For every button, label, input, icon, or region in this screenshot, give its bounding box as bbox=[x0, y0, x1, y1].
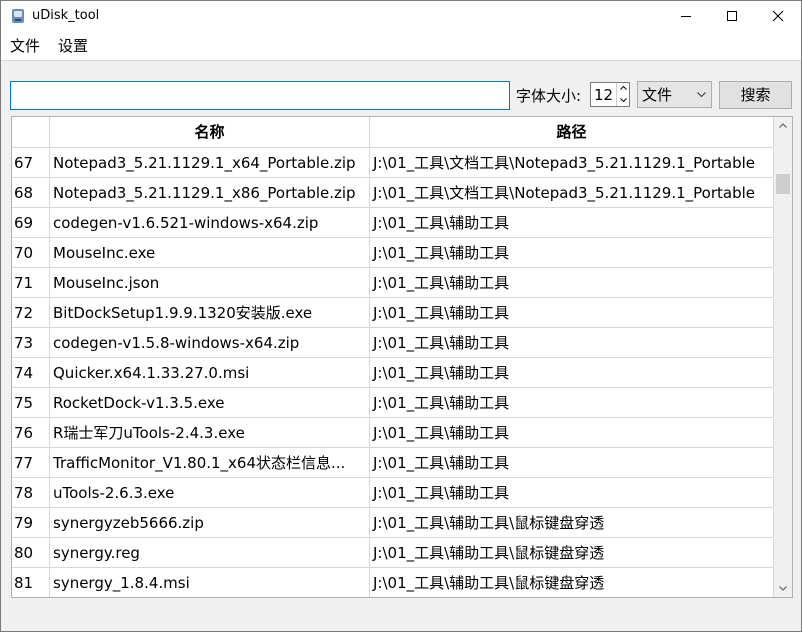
row-number[interactable]: 67 bbox=[12, 148, 50, 178]
font-size-label: 字体大小: bbox=[516, 87, 582, 105]
search-type-select[interactable]: 文件 bbox=[637, 81, 712, 108]
cell-path[interactable]: J:\01_工具\辅助工具\鼠标键盘穿透 bbox=[370, 568, 774, 597]
app-window: uDisk_tool 文件 设置 字体大小: 12 文件 搜索 名称 路径 67… bbox=[0, 0, 802, 632]
column-header-name[interactable]: 名称 bbox=[50, 117, 370, 148]
table-row[interactable]: 78 uTools-2.6.3.exe J:\01_工具\辅助工具 bbox=[12, 478, 774, 508]
menu-settings[interactable]: 设置 bbox=[58, 37, 88, 55]
window-title: uDisk_tool bbox=[32, 8, 100, 23]
row-number[interactable]: 72 bbox=[12, 298, 50, 328]
cell-path[interactable]: J:\01_工具\辅助工具 bbox=[370, 418, 774, 448]
cell-name[interactable]: synergy_1.8.4.msi bbox=[50, 568, 370, 597]
table-body: 67 Notepad3_5.21.1129.1_x64_Portable.zip J… bbox=[12, 148, 774, 597]
cell-path[interactable]: J:\01_工具\辅助工具 bbox=[370, 448, 774, 478]
cell-name[interactable]: synergyzeb5666.zip bbox=[50, 508, 370, 538]
cell-name[interactable]: Notepad3_5.21.1129.1_x64_Portable.zip bbox=[50, 148, 370, 178]
scroll-thumb[interactable] bbox=[776, 174, 790, 194]
search-type-value: 文件 bbox=[642, 86, 673, 104]
table-row[interactable]: 71 MouseInc.json J:\01_工具\辅助工具 bbox=[12, 268, 774, 298]
table-row[interactable]: 74 Quicker.x64.1.33.27.0.msi J:\01_工具\辅助工具 bbox=[12, 358, 774, 388]
cell-name[interactable]: MouseInc.json bbox=[50, 268, 370, 298]
table-row[interactable]: 76 R瑞士军刀uTools-2.4.3.exe J:\01_工具\辅助工具 bbox=[12, 418, 774, 448]
row-number[interactable]: 81 bbox=[12, 568, 50, 597]
maximize-button[interactable] bbox=[709, 1, 755, 32]
row-number[interactable]: 77 bbox=[12, 448, 50, 478]
scroll-down-icon[interactable] bbox=[774, 580, 792, 597]
table-row[interactable]: 67 Notepad3_5.21.1129.1_x64_Portable.zip J… bbox=[12, 148, 774, 178]
usb-drive-icon bbox=[10, 8, 26, 24]
search-input[interactable] bbox=[10, 81, 510, 110]
cell-path[interactable]: J:\01_工具\辅助工具 bbox=[370, 298, 774, 328]
row-number[interactable]: 76 bbox=[12, 418, 50, 448]
cell-name[interactable]: RocketDock-v1.3.5.exe bbox=[50, 388, 370, 418]
cell-name[interactable]: synergy.reg bbox=[50, 538, 370, 568]
cell-name[interactable]: codegen-v1.6.521-windows-x64.zip bbox=[50, 208, 370, 238]
row-number[interactable]: 74 bbox=[12, 358, 50, 388]
font-size-value[interactable]: 12 bbox=[594, 86, 613, 104]
cell-name[interactable]: MouseInc.exe bbox=[50, 238, 370, 268]
cell-path[interactable]: J:\01_工具\辅助工具 bbox=[370, 358, 774, 388]
cell-path[interactable]: J:\01_工具\辅助工具 bbox=[370, 208, 774, 238]
row-number[interactable]: 80 bbox=[12, 538, 50, 568]
table-row[interactable]: 80 synergy.reg J:\01_工具\辅助工具\鼠标键盘穿透 bbox=[12, 538, 774, 568]
row-number[interactable]: 71 bbox=[12, 268, 50, 298]
status-bar bbox=[1, 605, 801, 631]
scroll-up-icon[interactable] bbox=[774, 117, 792, 134]
table-row[interactable]: 68 Notepad3_5.21.1129.1_x86_Portable.zip J… bbox=[12, 178, 774, 208]
row-number[interactable]: 79 bbox=[12, 508, 50, 538]
cell-path[interactable]: J:\01_工具\辅助工具 bbox=[370, 328, 774, 358]
column-header-path[interactable]: 路径 bbox=[370, 117, 774, 148]
cell-name[interactable]: Quicker.x64.1.33.27.0.msi bbox=[50, 358, 370, 388]
cell-path[interactable]: J:\01_工具\辅助工具 bbox=[370, 478, 774, 508]
table-row[interactable]: 69 codegen-v1.6.521-windows-x64.zip J:\01_… bbox=[12, 208, 774, 238]
menu-divider bbox=[1, 60, 801, 61]
cell-name[interactable]: TrafficMonitor_V1.80.1_x64状态栏信息... bbox=[50, 448, 370, 478]
table-row[interactable]: 77 TrafficMonitor_V1.80.1_x64状态栏信息... J:\0… bbox=[12, 448, 774, 478]
cell-path[interactable]: J:\01_工具\辅助工具\鼠标键盘穿透 bbox=[370, 538, 774, 568]
table-row[interactable]: 73 codegen-v1.5.8-windows-x64.zip J:\01_工具… bbox=[12, 328, 774, 358]
stepper-arrows bbox=[616, 83, 629, 106]
stepper-down-icon[interactable] bbox=[617, 95, 629, 106]
row-number[interactable]: 75 bbox=[12, 388, 50, 418]
chevron-down-icon bbox=[697, 92, 706, 97]
cell-name[interactable]: uTools-2.6.3.exe bbox=[50, 478, 370, 508]
table-row[interactable]: 79 synergyzeb5666.zip J:\01_工具\辅助工具\鼠标键盘穿透 bbox=[12, 508, 774, 538]
table-row[interactable]: 70 MouseInc.exe J:\01_工具\辅助工具 bbox=[12, 238, 774, 268]
cell-name[interactable]: codegen-v1.5.8-windows-x64.zip bbox=[50, 328, 370, 358]
cell-name[interactable]: Notepad3_5.21.1129.1_x86_Portable.zip bbox=[50, 178, 370, 208]
table-row[interactable]: 75 RocketDock-v1.3.5.exe J:\01_工具\辅助工具 bbox=[12, 388, 774, 418]
title-bar[interactable]: uDisk_tool bbox=[1, 1, 801, 32]
row-number[interactable]: 69 bbox=[12, 208, 50, 238]
row-number[interactable]: 70 bbox=[12, 238, 50, 268]
vertical-scrollbar[interactable] bbox=[774, 117, 792, 597]
row-number[interactable]: 68 bbox=[12, 178, 50, 208]
menu-bar: 文件 设置 bbox=[1, 32, 801, 60]
cell-path[interactable]: J:\01_工具\辅助工具 bbox=[370, 238, 774, 268]
table-row[interactable]: 72 BitDockSetup1.9.9.1320安装版.exe J:\01_工具\… bbox=[12, 298, 774, 328]
cell-path[interactable]: J:\01_工具\文档工具\Notepad3_5.21.1129.1_Porta… bbox=[370, 148, 774, 178]
search-button[interactable]: 搜索 bbox=[719, 81, 792, 109]
row-number[interactable]: 78 bbox=[12, 478, 50, 508]
minimize-button[interactable] bbox=[663, 1, 709, 32]
table-corner[interactable] bbox=[12, 117, 50, 148]
table-row[interactable]: 81 synergy_1.8.4.msi J:\01_工具\辅助工具\鼠标键盘穿透 bbox=[12, 568, 774, 597]
results-table: 名称 路径 67 Notepad3_5.21.1129.1_x64_Portabl… bbox=[11, 116, 793, 598]
font-size-stepper[interactable]: 12 bbox=[590, 82, 630, 107]
cell-path[interactable]: J:\01_工具\辅助工具 bbox=[370, 268, 774, 298]
close-button[interactable] bbox=[755, 1, 801, 32]
stepper-up-icon[interactable] bbox=[617, 83, 629, 94]
cell-path[interactable]: J:\01_工具\文档工具\Notepad3_5.21.1129.1_Porta… bbox=[370, 178, 774, 208]
cell-name[interactable]: BitDockSetup1.9.9.1320安装版.exe bbox=[50, 298, 370, 328]
cell-path[interactable]: J:\01_工具\辅助工具 bbox=[370, 388, 774, 418]
menu-file[interactable]: 文件 bbox=[10, 37, 40, 55]
cell-path[interactable]: J:\01_工具\辅助工具\鼠标键盘穿透 bbox=[370, 508, 774, 538]
row-number[interactable]: 73 bbox=[12, 328, 50, 358]
cell-name[interactable]: R瑞士军刀uTools-2.4.3.exe bbox=[50, 418, 370, 448]
